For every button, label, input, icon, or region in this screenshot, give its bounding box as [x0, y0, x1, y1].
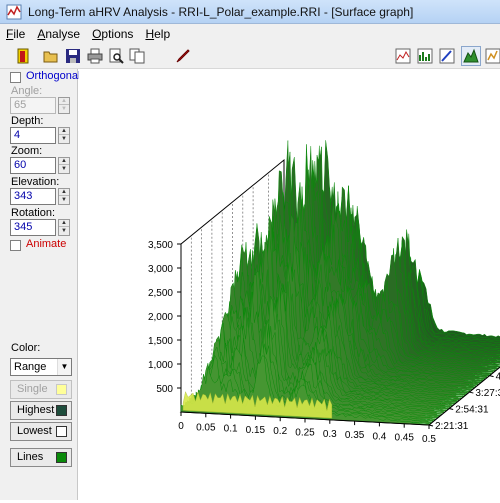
z-tick-mark — [429, 425, 433, 426]
color-mode-select[interactable]: Range ▼ — [10, 358, 72, 376]
lines-color-swatch — [56, 452, 67, 463]
x-tick-label: 0.35 — [345, 430, 365, 441]
controls-panel: Orthogonal Angle: 65 ▲▼ Depth: 4 ▲▼ Zoom… — [0, 69, 78, 500]
elevation-up-icon[interactable]: ▲ — [59, 189, 69, 196]
x-tick-label: 0.25 — [295, 428, 315, 439]
surface-graph-icon[interactable] — [461, 46, 481, 66]
pointer-icon[interactable] — [172, 46, 192, 66]
x-tick-label: 0.5 — [422, 434, 436, 445]
zoom-up-icon[interactable]: ▲ — [59, 158, 69, 165]
x-tick-label: 0.15 — [246, 425, 266, 436]
print-preview-icon[interactable] — [106, 46, 126, 66]
tile-icon[interactable] — [483, 46, 500, 66]
menu-analyse[interactable]: Analyse — [37, 27, 80, 41]
x-tick-label: 0.45 — [394, 433, 414, 444]
y-tick-label: 500 — [156, 384, 173, 395]
z-tick-mark — [449, 409, 453, 410]
z-tick-label: 2:54:31 — [455, 405, 489, 416]
y-tick-label: 3,500 — [148, 240, 173, 251]
single-color-swatch — [56, 384, 67, 395]
highest-color-button[interactable]: Highest — [10, 401, 72, 420]
rotation-spinner[interactable]: 345 ▲▼ — [10, 219, 70, 236]
zoom-label: Zoom: — [11, 145, 42, 157]
print-icon[interactable] — [85, 46, 105, 66]
elevation-spinner[interactable]: 343 ▲▼ — [10, 188, 70, 205]
chevron-down-icon[interactable]: ▼ — [57, 359, 71, 375]
x-tick-label: 0.3 — [323, 429, 337, 440]
z-tick-label: 2:21:31 — [435, 421, 469, 432]
draw-graph-icon[interactable] — [437, 46, 457, 66]
animate-checkbox[interactable] — [10, 240, 21, 251]
menu-bar: File Analyse Options Help — [0, 24, 500, 43]
title-bar: Long-Term aHRV Analysis - RRI-L_Polar_ex… — [0, 0, 500, 24]
z-tick-label: 4:0:31 — [496, 372, 500, 383]
menu-help[interactable]: Help — [145, 27, 170, 41]
elevation-label: Elevation: — [11, 176, 59, 188]
angle-down-icon[interactable]: ▼ — [59, 106, 69, 113]
depth-input[interactable]: 4 — [10, 127, 56, 144]
x-tick-label: 0 — [178, 421, 184, 432]
zoom-spinner[interactable]: 60 ▲▼ — [10, 157, 70, 174]
rotation-down-icon[interactable]: ▼ — [59, 228, 69, 235]
x-tick-label: 0.05 — [196, 422, 216, 433]
toolbar — [0, 43, 500, 69]
y-tick-label: 1,500 — [148, 336, 173, 347]
window-title: Long-Term aHRV Analysis - RRI-L_Polar_ex… — [28, 5, 413, 19]
time-graph-icon[interactable] — [393, 46, 413, 66]
depth-down-icon[interactable]: ▼ — [59, 136, 69, 143]
zoom-down-icon[interactable]: ▼ — [59, 166, 69, 173]
x-tick-label: 0.2 — [273, 426, 287, 437]
y-tick-label: 3,000 — [148, 264, 173, 275]
depth-spinner[interactable]: 4 ▲▼ — [10, 127, 70, 144]
z-tick-label: 3:27:31 — [475, 388, 500, 399]
color-label: Color: — [11, 342, 40, 354]
depth-label: Depth: — [11, 115, 43, 127]
angle-up-icon[interactable]: ▲ — [59, 98, 69, 105]
surface-graph-area: 500 1,000 1,500 2,000 2,500 3,000 3,500 0 0.05 0.… — [79, 69, 500, 500]
save-icon[interactable] — [63, 46, 83, 66]
z-tick-mark — [490, 376, 494, 377]
surface-chart[interactable]: 500 1,000 1,500 2,000 2,500 3,000 3,500 0 0.05 0.… — [79, 69, 500, 500]
angle-label: Angle: — [11, 85, 42, 97]
color-mode-value: Range — [14, 361, 46, 373]
rotation-input[interactable]: 345 — [10, 219, 56, 236]
rotation-label: Rotation: — [11, 207, 55, 219]
exit-icon[interactable] — [13, 46, 33, 66]
x-tick-label: 0.1 — [224, 424, 238, 435]
angle-spinner[interactable]: 65 ▲▼ — [10, 97, 70, 114]
app-icon — [6, 4, 22, 20]
single-color-button[interactable]: Single — [10, 380, 72, 399]
elevation-input[interactable]: 343 — [10, 188, 56, 205]
animate-label: Animate — [26, 238, 66, 250]
orthogonal-checkbox[interactable] — [10, 72, 21, 83]
lowest-color-button[interactable]: Lowest — [10, 422, 72, 441]
rotation-up-icon[interactable]: ▲ — [59, 220, 69, 227]
y-tick-label: 1,000 — [148, 360, 173, 371]
highest-color-swatch — [56, 405, 67, 416]
spectrum-graph-icon[interactable] — [415, 46, 435, 66]
angle-input[interactable]: 65 — [10, 97, 56, 114]
z-tick-mark — [469, 392, 473, 393]
y-tick-label: 2,500 — [148, 288, 173, 299]
menu-file[interactable]: File — [6, 27, 25, 41]
lines-color-button[interactable]: Lines — [10, 448, 72, 467]
zoom-input[interactable]: 60 — [10, 157, 56, 174]
copy-icon[interactable] — [127, 46, 147, 66]
menu-options[interactable]: Options — [92, 27, 133, 41]
elevation-down-icon[interactable]: ▼ — [59, 197, 69, 204]
depth-up-icon[interactable]: ▲ — [59, 128, 69, 135]
x-tick-label: 0.4 — [372, 431, 386, 442]
orthogonal-label: Orthogonal — [26, 70, 80, 82]
open-folder-icon[interactable] — [41, 46, 61, 66]
lowest-color-swatch — [56, 426, 67, 437]
y-tick-label: 2,000 — [148, 312, 173, 323]
